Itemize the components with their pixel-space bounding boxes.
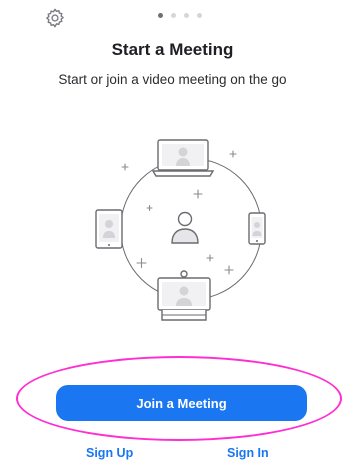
pager-dots	[158, 13, 202, 18]
pager-dot-active[interactable]	[158, 13, 163, 18]
pager-dot[interactable]	[184, 13, 189, 18]
sign-in-link[interactable]: Sign In	[227, 446, 269, 460]
devices-illustration	[90, 130, 280, 330]
page-title: Start a Meeting	[111, 40, 234, 59]
join-meeting-button[interactable]: Join a Meeting	[56, 385, 307, 421]
plus-decorations	[121, 150, 237, 275]
gear-icon	[46, 8, 64, 28]
page-subtitle: Start or join a video meeting on the go	[58, 72, 287, 87]
sign-up-link[interactable]: Sign Up	[86, 446, 133, 460]
pager-dot[interactable]	[197, 13, 202, 18]
pager-dot[interactable]	[171, 13, 176, 18]
settings-button[interactable]	[44, 7, 66, 29]
